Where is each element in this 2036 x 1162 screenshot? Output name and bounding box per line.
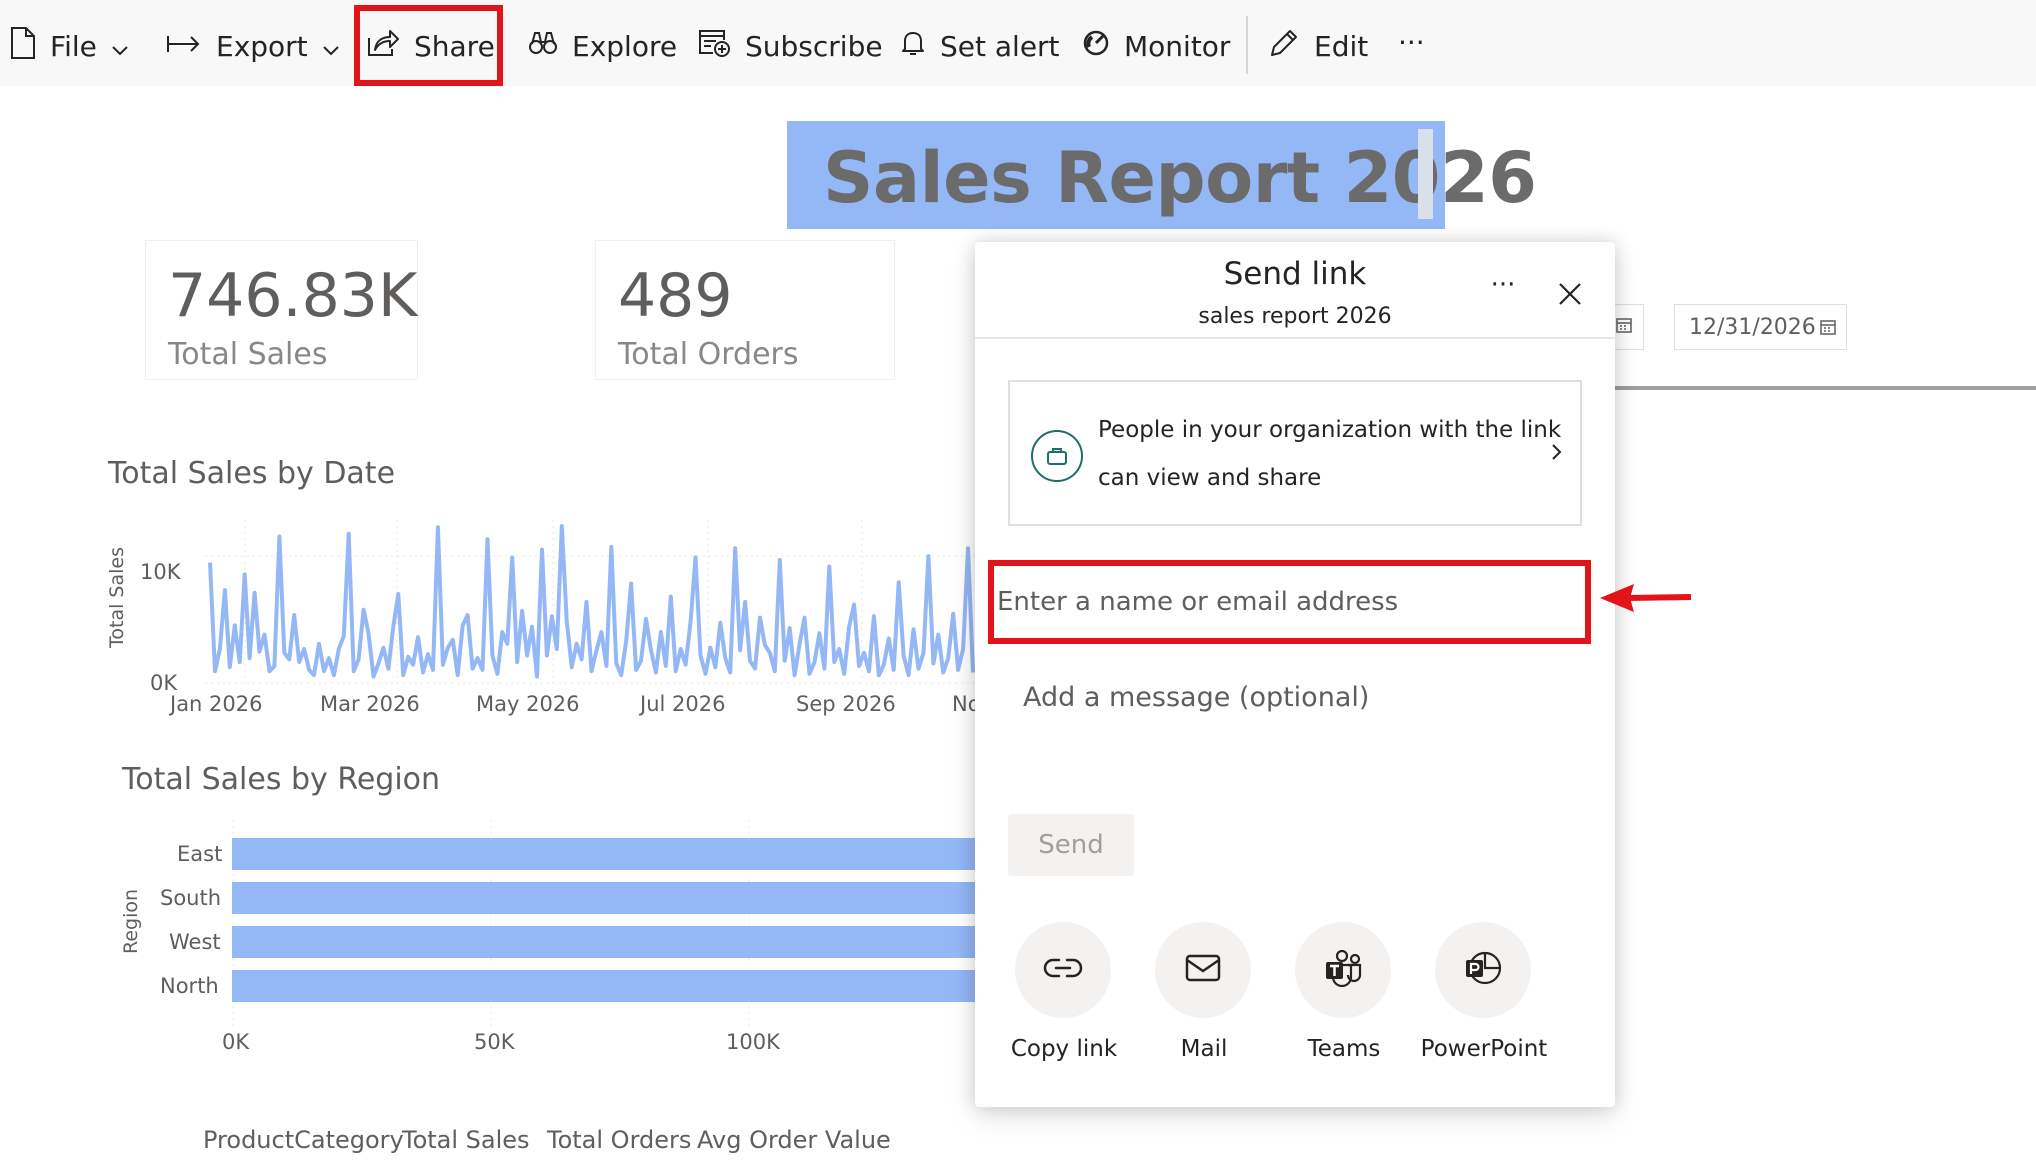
send-link-dialog: Send link sales report 2026 ··· People i…: [975, 242, 1615, 1107]
x-tick-label: 100K: [726, 1030, 780, 1054]
line-chart-y-axis-label: Total Sales: [106, 547, 128, 648]
organization-icon: [1031, 430, 1083, 482]
powerpoint-icon: [1463, 948, 1503, 992]
bar-chart-plot[interactable]: [232, 820, 975, 1030]
region-bar-north[interactable]: [232, 970, 975, 1002]
table-column-header[interactable]: ProductCategory: [203, 1126, 404, 1154]
export-label: Export: [216, 29, 308, 63]
x-tick-label: 50K: [474, 1030, 515, 1054]
share-icon: [366, 28, 400, 65]
y-tick-label: 10K: [140, 560, 181, 584]
share-label: Share: [414, 29, 495, 63]
mail-option[interactable]: Mail: [1124, 922, 1264, 1072]
kpi-value: 489: [618, 261, 733, 331]
share-button[interactable]: Share: [366, 14, 495, 78]
x-tick-label: Sep 2026: [796, 692, 896, 716]
export-menu[interactable]: Export: [166, 14, 340, 78]
date-slicer-track[interactable]: [1615, 386, 2036, 390]
pencil-icon: [1268, 27, 1300, 66]
sales-line-series[interactable]: [208, 524, 975, 679]
bell-icon: [900, 29, 926, 64]
table-column-header[interactable]: Total Sales: [402, 1126, 530, 1154]
calendar-icon: [1819, 317, 1837, 342]
report-title-textbox[interactable]: Sales Report 2026: [787, 121, 1537, 229]
chevron-right-icon: [1550, 442, 1564, 466]
mail-button[interactable]: [1155, 922, 1251, 1018]
more-options-button[interactable]: ···: [1398, 10, 1425, 74]
kpi-label: Total Orders: [618, 337, 799, 372]
copy-link-button[interactable]: [1015, 922, 1111, 1018]
category-label: West: [169, 930, 221, 954]
powerpoint-option[interactable]: PowerPoint: [1404, 922, 1547, 1072]
powerpoint-button[interactable]: [1435, 922, 1531, 1018]
text-cursor: [1418, 129, 1433, 219]
toolbar-divider: [1246, 16, 1248, 74]
monitor-button[interactable]: Monitor: [1082, 14, 1230, 78]
chevron-down-icon: [111, 30, 129, 63]
explore-button[interactable]: Explore: [528, 14, 677, 78]
kpi-value: 746.83K: [168, 261, 418, 331]
link-permission-settings[interactable]: People in your organization with the lin…: [1008, 380, 1582, 526]
teams-button[interactable]: [1295, 922, 1391, 1018]
teams-icon: [1323, 949, 1363, 991]
powerpoint-label: PowerPoint: [1420, 1036, 1548, 1062]
x-tick-label: Jan 2026: [170, 692, 263, 716]
app-root: File Export Share Explore Subscribe Set …: [0, 0, 2036, 1162]
kpi-card-total-orders[interactable]: 489 Total Orders: [595, 240, 895, 380]
region-bar-south[interactable]: [232, 882, 975, 914]
table-column-header[interactable]: Total Orders: [547, 1126, 691, 1154]
x-tick-label: Mar 2026: [320, 692, 420, 716]
send-button[interactable]: Send: [1008, 814, 1134, 876]
end-date-field[interactable]: 12/31/2026: [1674, 304, 1847, 350]
monitor-label: Monitor: [1124, 29, 1231, 63]
message-input[interactable]: [1023, 682, 1583, 802]
line-chart-plot[interactable]: [205, 520, 975, 688]
link-icon: [1043, 957, 1083, 983]
more-icon: ···: [1398, 25, 1425, 59]
table-column-header[interactable]: Avg Order Value: [697, 1126, 891, 1154]
line-chart-title: Total Sales by Date: [108, 456, 396, 491]
x-tick-label: May 2026: [476, 692, 580, 716]
region-bar-west[interactable]: [232, 926, 975, 958]
recipient-name-email-input[interactable]: [997, 562, 1591, 642]
bar-chart-y-axis-label: Region: [120, 888, 142, 954]
subscribe-label: Subscribe: [745, 29, 883, 63]
region-bar-east[interactable]: [232, 838, 975, 870]
copy-link-option[interactable]: Copy link: [984, 922, 1124, 1072]
mail-icon: [1184, 953, 1222, 987]
action-bar: File Export Share Explore Subscribe Set …: [0, 0, 2036, 86]
dialog-more-options-button[interactable]: ···: [1483, 272, 1523, 314]
explore-label: Explore: [572, 29, 678, 63]
close-icon: [1550, 283, 1590, 318]
dialog-header-divider: [975, 337, 1615, 339]
permission-text-line2: can view and share: [1098, 465, 1322, 491]
end-date-value: 12/31/2026: [1689, 314, 1816, 340]
subscribe-button[interactable]: Subscribe: [697, 14, 883, 78]
file-menu[interactable]: File: [10, 14, 129, 78]
edit-button[interactable]: Edit: [1268, 14, 1368, 78]
subscribe-icon: [697, 27, 731, 66]
edit-label: Edit: [1314, 29, 1369, 63]
permission-text-line1: People in your organization with the lin…: [1098, 417, 1562, 443]
category-label: East: [177, 842, 223, 866]
kpi-card-total-sales[interactable]: 746.83K Total Sales: [145, 240, 418, 380]
x-tick-label: 0K: [222, 1030, 250, 1054]
set-alert-label: Set alert: [940, 29, 1060, 63]
export-icon: [166, 30, 202, 63]
binoculars-icon: [528, 30, 558, 63]
category-label: North: [160, 974, 219, 998]
file-label: File: [50, 29, 97, 63]
gauge-icon: [1082, 29, 1110, 64]
x-tick-label: Jul 2026: [640, 692, 726, 716]
chevron-down-icon: [322, 30, 340, 63]
bar-chart-title: Total Sales by Region: [122, 762, 441, 797]
set-alert-button[interactable]: Set alert: [900, 14, 1060, 78]
calendar-icon: [1615, 315, 1633, 340]
kpi-label: Total Sales: [168, 337, 328, 372]
category-label: South: [160, 886, 222, 910]
close-button[interactable]: [1550, 274, 1590, 314]
red-arrow-annotation: [1598, 580, 1694, 620]
teams-option[interactable]: Teams: [1264, 922, 1404, 1072]
file-icon: [10, 26, 36, 67]
